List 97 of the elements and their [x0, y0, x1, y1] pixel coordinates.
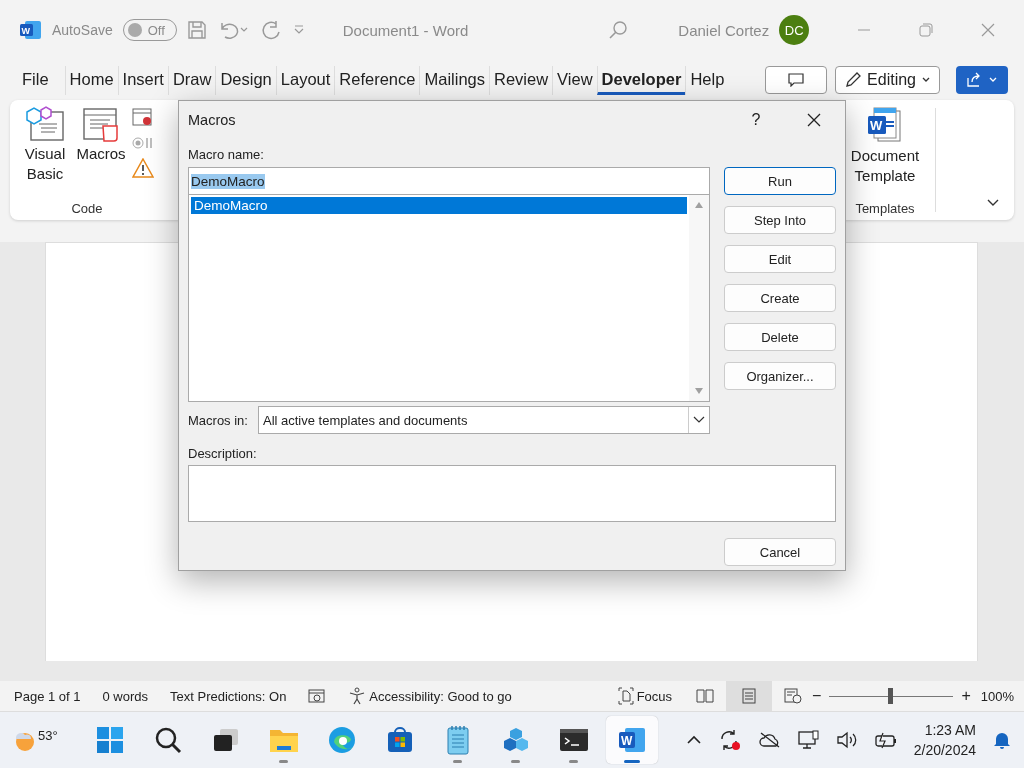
caret-icon — [921, 76, 931, 84]
chevron-up-icon[interactable] — [685, 734, 702, 746]
search-icon[interactable] — [608, 20, 629, 40]
chevron-down-icon[interactable] — [986, 198, 1000, 208]
user-name: Daniel Cortez — [678, 21, 770, 39]
ribbon-tab[interactable]: File — [18, 65, 53, 95]
notepad-icon — [445, 725, 470, 755]
focus-frame-icon — [617, 687, 634, 705]
group-label: Templates — [855, 201, 915, 216]
windows-logo-icon — [95, 726, 124, 754]
help-button[interactable]: ? — [734, 105, 778, 135]
redo-icon[interactable] — [260, 19, 283, 41]
scroll-up-icon[interactable] — [694, 201, 704, 209]
share-icon — [966, 72, 982, 88]
dialog-button[interactable]: Organizer... — [724, 362, 836, 390]
print-layout-button[interactable] — [726, 681, 773, 711]
macros-in-label: Macros in: — [188, 412, 248, 428]
close-icon[interactable] — [981, 23, 996, 37]
pause-recording-icon — [132, 136, 154, 150]
visual-basic-button[interactable]: Visual Basic — [20, 106, 70, 201]
cubes-icon — [501, 726, 530, 754]
document-template-button[interactable]: W Document Template — [845, 106, 925, 201]
macros-button[interactable]: Macros — [76, 106, 126, 201]
ribbon-tab[interactable]: View — [552, 65, 597, 95]
ribbon-tab[interactable]: Home — [64, 65, 118, 95]
macro-list-item[interactable]: DemoMacro — [191, 197, 687, 214]
dialog-button[interactable]: Delete — [724, 323, 836, 351]
dialog-title: Macros — [188, 112, 236, 128]
focus-button[interactable]: Focus — [617, 687, 673, 705]
close-icon — [807, 113, 821, 127]
dialog-button[interactable]: Edit — [724, 245, 836, 273]
track-changes-icon[interactable] — [308, 688, 327, 704]
ribbon-tab[interactable]: Design — [215, 65, 276, 95]
caret-icon — [988, 76, 998, 84]
zoom-level[interactable]: 100% — [980, 688, 1014, 704]
cubes-window-icon — [25, 106, 65, 142]
macro-name-label: Macro name: — [188, 147, 265, 162]
dialog-button[interactable]: Create — [724, 284, 836, 312]
warning-icon[interactable] — [132, 158, 154, 178]
page-icon — [742, 688, 757, 704]
ribbon-tab[interactable]: Reference — [334, 65, 420, 95]
browser-icon — [327, 726, 356, 754]
web-page-icon — [784, 688, 803, 704]
notification-bell-icon[interactable] — [992, 730, 1012, 750]
restore-icon[interactable] — [919, 23, 934, 37]
scrollbar[interactable] — [689, 195, 709, 401]
temperature[interactable]: 53° — [38, 728, 58, 743]
group-label: Code — [71, 201, 103, 216]
zoom-in-button[interactable]: + — [961, 687, 971, 705]
text-predictions-status[interactable]: Text Predictions: On — [170, 688, 287, 704]
macros-in-dropdown[interactable]: All active templates and documents — [257, 406, 710, 434]
ribbon-tab[interactable]: Layout — [275, 65, 335, 95]
save-icon[interactable] — [186, 20, 207, 40]
description-field[interactable] — [188, 465, 836, 522]
ribbon-tab[interactable]: Draw — [167, 65, 216, 95]
macro-name-field[interactable]: DemoMacro — [188, 167, 710, 195]
customize-caret-icon[interactable] — [292, 24, 305, 36]
scroll-down-icon[interactable] — [694, 387, 704, 395]
user-avatar[interactable]: DC — [779, 15, 810, 45]
person-icon — [348, 687, 367, 705]
share-button[interactable] — [956, 66, 1008, 94]
chevron-down-icon[interactable] — [693, 416, 705, 424]
clock-time[interactable]: 1:23 AM — [924, 720, 976, 740]
cancel-button[interactable]: Cancel — [724, 538, 836, 566]
ribbon-tab[interactable]: Insert — [117, 65, 168, 95]
comments-button[interactable] — [765, 66, 828, 94]
taskbar-app-button[interactable]: W — [605, 716, 658, 764]
macro-list[interactable]: DemoMacro — [188, 195, 710, 402]
dialog-button[interactable]: Step Into — [724, 206, 836, 234]
accessibility-button[interactable]: Accessibility: Good to go — [348, 687, 512, 705]
battery-icon[interactable] — [873, 731, 898, 749]
cloud-off-icon[interactable] — [757, 731, 782, 749]
autosave-label: AutoSave — [52, 22, 113, 38]
volume-icon[interactable] — [835, 731, 858, 749]
task-view-icon — [211, 726, 240, 754]
macro-list-icon — [81, 106, 121, 142]
ribbon-tab[interactable]: Mailings — [419, 65, 489, 95]
zoom-slider-thumb[interactable] — [888, 688, 894, 704]
record-macro-icon[interactable] — [132, 108, 154, 128]
clock-date[interactable]: 2/20/2024 — [913, 740, 976, 760]
search-icon — [153, 726, 182, 754]
word-count[interactable]: 0 words — [102, 688, 149, 704]
zoom-out-button[interactable]: − — [812, 687, 822, 705]
ribbon-tab[interactable]: Review — [489, 65, 553, 95]
comment-icon — [788, 73, 805, 87]
editing-button[interactable]: Editing — [835, 66, 940, 94]
store-bag-icon — [385, 726, 414, 754]
pencil-icon — [844, 71, 863, 89]
network-icon[interactable] — [797, 730, 820, 750]
dialog-button[interactable]: Run — [724, 167, 836, 195]
ribbon-tab[interactable]: Developer — [596, 65, 686, 95]
page-count[interactable]: Page 1 of 1 — [14, 688, 81, 704]
ribbon-tab[interactable]: Help — [685, 65, 729, 95]
terminal-icon — [558, 727, 589, 753]
document-title: Document1 - Word — [342, 21, 469, 39]
open-book-icon — [696, 688, 715, 704]
description-label: Description: — [188, 446, 258, 461]
